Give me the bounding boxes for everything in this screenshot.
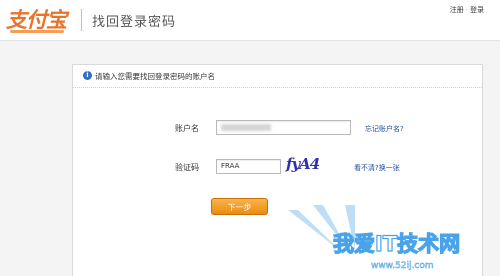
logo-underline — [10, 30, 64, 33]
alipay-logo[interactable]: 支付宝 — [6, 6, 70, 34]
panel-title: 请输入您需要找回登录密码的账户名 — [95, 72, 215, 81]
captcha-value: FRAA — [221, 162, 240, 170]
register-link[interactable]: 注册 — [450, 6, 464, 14]
forgot-account-link[interactable]: 忘记账户名? — [365, 124, 404, 134]
captcha-image[interactable]: fyA4 — [286, 155, 320, 173]
info-icon: i — [83, 71, 92, 80]
login-link[interactable]: 登录 — [470, 6, 484, 14]
header-divider — [81, 9, 82, 31]
header: 支付宝 找回登录密码 注册 · 登录 — [0, 0, 500, 40]
page-title: 找回登录密码 — [92, 15, 177, 30]
account-input[interactable] — [216, 120, 351, 135]
next-step-button[interactable]: 下一步 — [211, 198, 268, 215]
account-value-redacted — [221, 124, 271, 131]
top-links: 注册 · 登录 — [450, 5, 484, 15]
refresh-captcha-link[interactable]: 看不清?换一张 — [354, 163, 400, 173]
captcha-label: 验证码 — [175, 163, 199, 172]
captcha-input[interactable]: FRAA — [216, 159, 281, 174]
panel-header: i 请输入您需要找回登录密码的账户名 — [73, 65, 482, 88]
account-label: 账户名 — [175, 124, 199, 133]
link-separator: · — [465, 6, 468, 14]
